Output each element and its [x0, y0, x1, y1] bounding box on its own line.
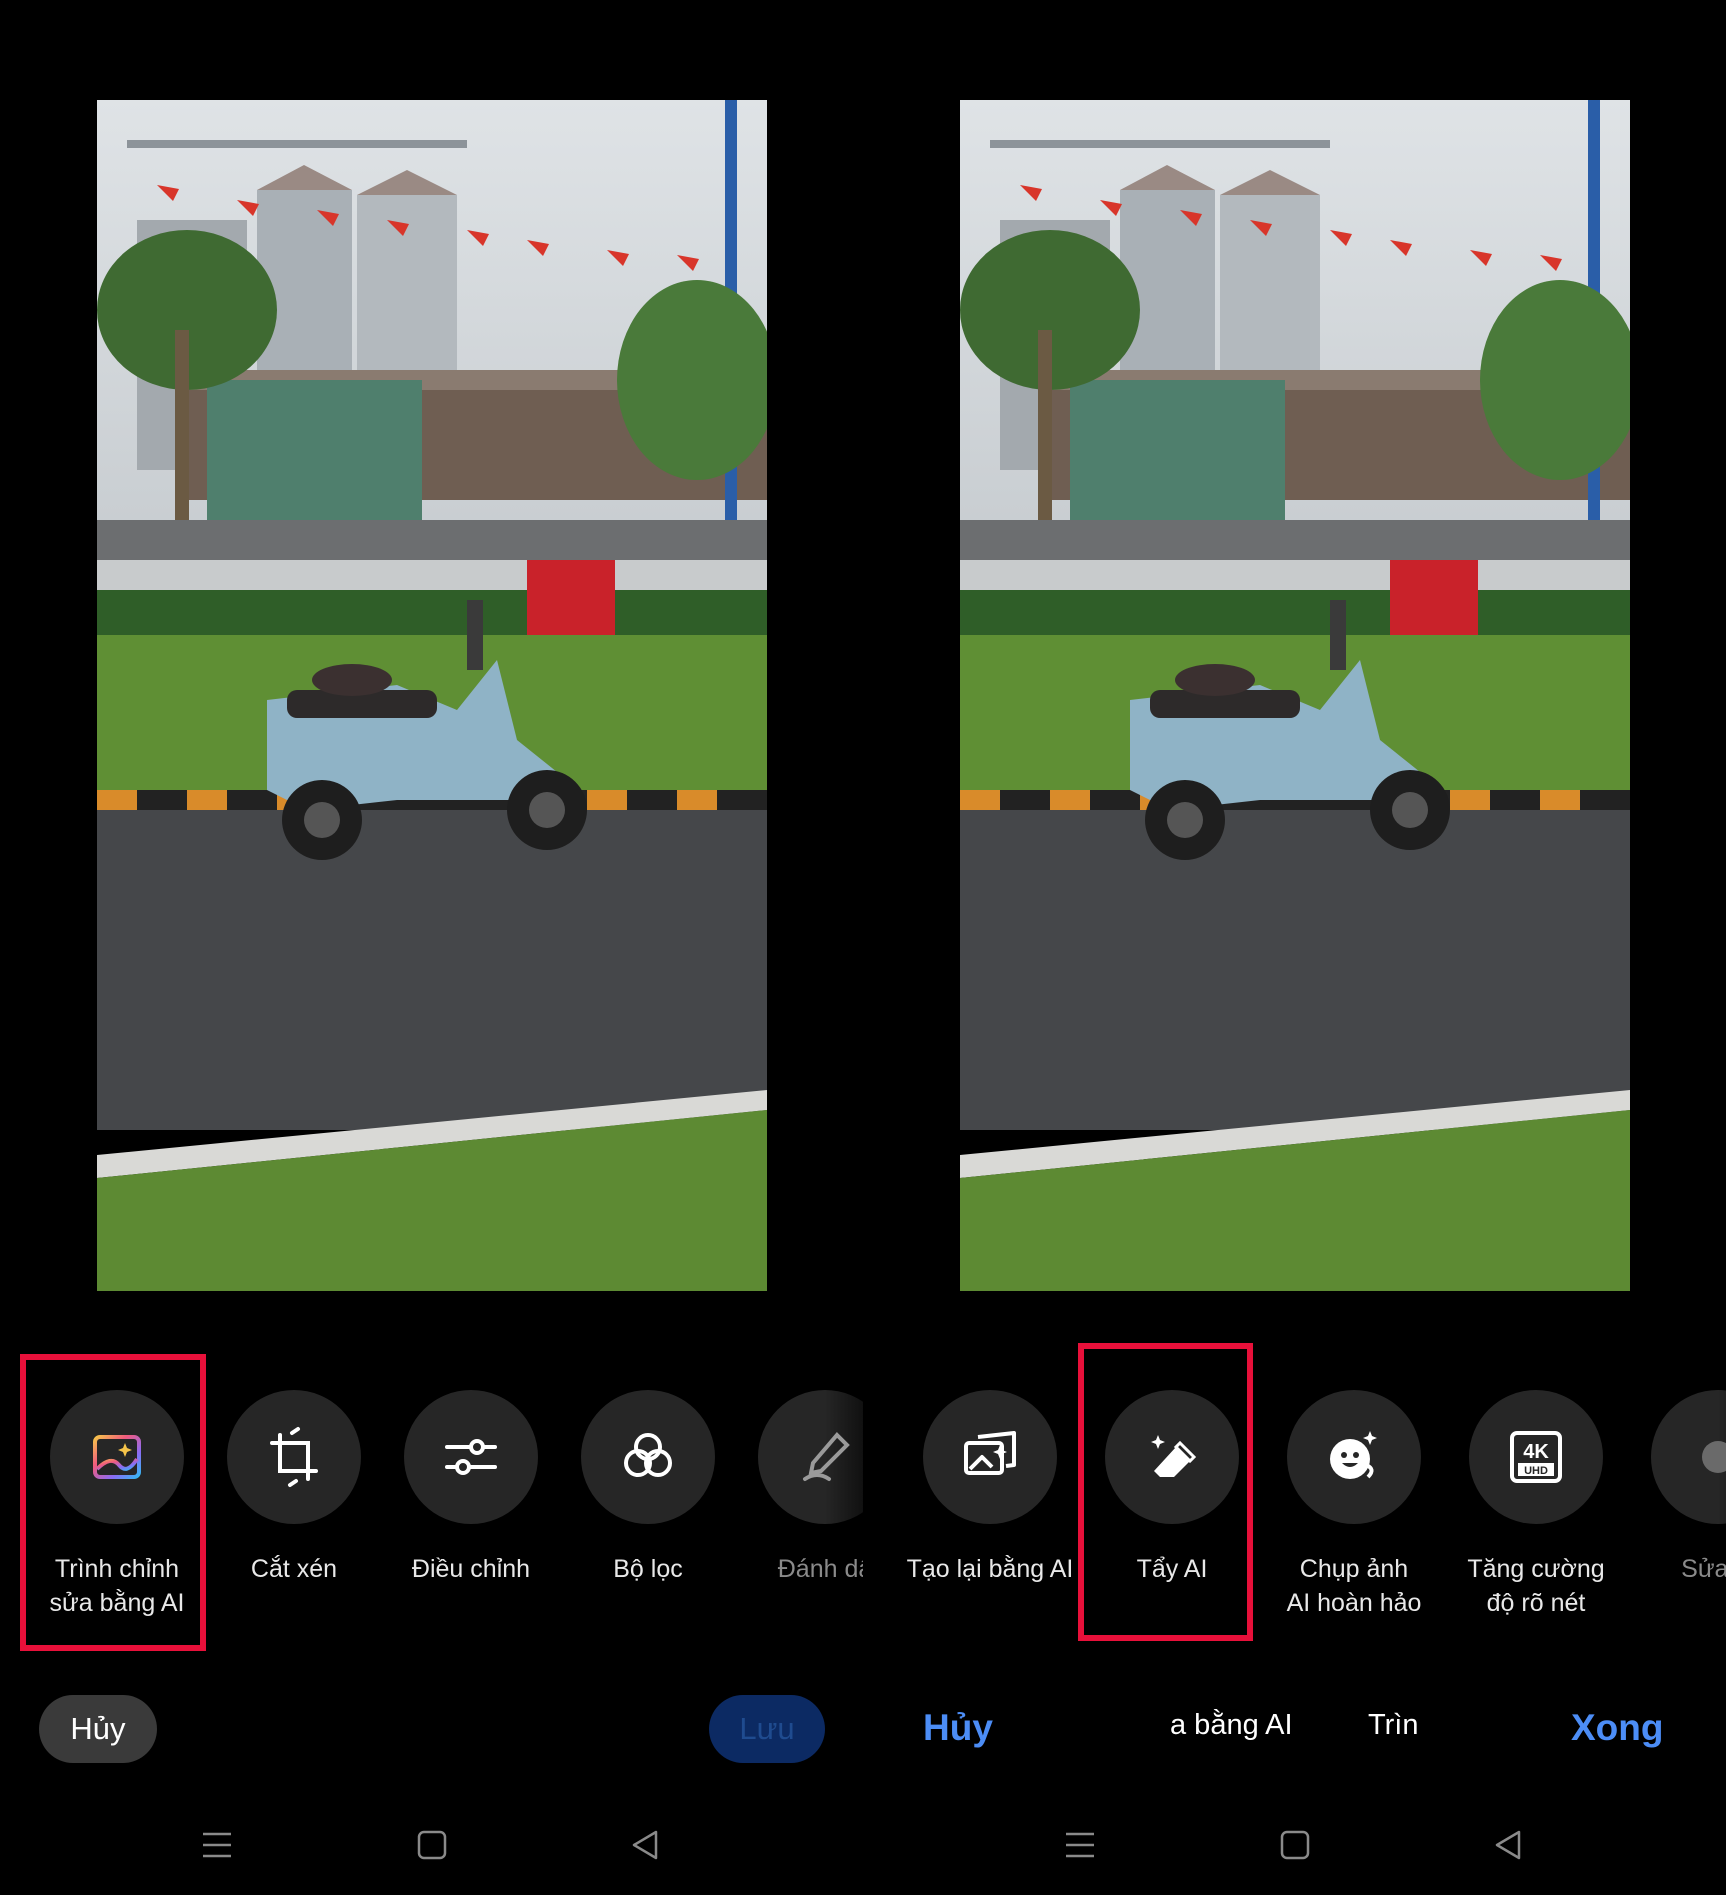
tool-markup[interactable]: Đánh dấ [740, 1390, 863, 1586]
back-nav-icon[interactable] [1483, 1820, 1533, 1870]
action-bar: Hủy Lưu [0, 1695, 863, 1767]
system-nav-bar [863, 1820, 1726, 1870]
photo-preview [97, 100, 767, 1291]
tool-ai-regenerate[interactable]: Tạo lại bằng AI [905, 1390, 1075, 1586]
action-bar: Hủy a bằng AI Trìn Xong [863, 1695, 1726, 1767]
highlight-box-ai-editor [20, 1354, 206, 1651]
tool-crop[interactable]: Cắt xén [209, 1390, 379, 1586]
uhd-badge-text: UHD [1524, 1465, 1548, 1477]
filter-circles-icon [581, 1390, 715, 1524]
tool-repair[interactable]: Sửa lỗ [1633, 1390, 1726, 1586]
system-nav-bar [0, 1820, 863, 1870]
left-editor-screen: Trình chỉnh sửa bằng AI Cắt xén Điều chỉ… [0, 0, 863, 1895]
tool-label: Chụp ảnh AI hoàn hảo [1286, 1555, 1422, 1617]
tool-label: Bộ lọc [613, 1555, 683, 1583]
tool-label: Điều chỉnh [411, 1555, 531, 1583]
repair-icon [1651, 1390, 1726, 1524]
cancel-button[interactable]: Hủy [39, 1695, 157, 1763]
scooter-photo [960, 100, 1630, 1291]
tool-enhance-clarity[interactable]: 4K UHD Tăng cường độ rõ nét [1451, 1390, 1621, 1620]
tab-ai-editor-partial[interactable]: a bằng AI [1170, 1709, 1293, 1742]
home-nav-icon[interactable] [407, 1820, 457, 1870]
crop-icon [227, 1390, 361, 1524]
highlight-box-ai-eraser [1078, 1343, 1253, 1641]
tool-filter[interactable]: Bộ lọc [563, 1390, 733, 1586]
tab-editor-partial[interactable]: Trìn [1368, 1709, 1418, 1742]
tool-label: Tạo lại bằng AI [906, 1555, 1074, 1583]
tool-row: Tạo lại bằng AI Tẩy AI Chụp ảnh AI hoàn … [863, 1390, 1726, 1630]
done-button[interactable]: Xong [1571, 1707, 1663, 1749]
tool-label: Tăng cường độ rõ nét [1467, 1555, 1605, 1617]
menu-nav-icon[interactable] [1055, 1820, 1105, 1870]
ai-perfect-face-icon [1287, 1390, 1421, 1524]
cancel-button[interactable]: Hủy [923, 1707, 993, 1749]
scooter-photo [97, 100, 767, 1291]
4k-badge-text: 4K [1523, 1441, 1549, 1463]
home-nav-icon[interactable] [1270, 1820, 1320, 1870]
tool-ai-perfect-photo[interactable]: Chụp ảnh AI hoàn hảo [1269, 1390, 1439, 1620]
back-nav-icon[interactable] [620, 1820, 670, 1870]
tool-label: Đánh dấ [777, 1555, 863, 1583]
tool-label: Cắt xén [250, 1555, 338, 1583]
photo-preview [960, 100, 1630, 1291]
save-button[interactable]: Lưu [709, 1695, 825, 1763]
tool-label: Sửa lỗ [1681, 1555, 1726, 1583]
4k-uhd-icon: 4K UHD [1469, 1390, 1603, 1524]
sliders-icon [404, 1390, 538, 1524]
right-editor-screen: Tạo lại bằng AI Tẩy AI Chụp ảnh AI hoàn … [863, 0, 1726, 1895]
pen-markup-icon [758, 1390, 863, 1524]
tool-adjust[interactable]: Điều chỉnh [386, 1390, 556, 1586]
menu-nav-icon[interactable] [192, 1820, 242, 1870]
ai-regenerate-icon [923, 1390, 1057, 1524]
